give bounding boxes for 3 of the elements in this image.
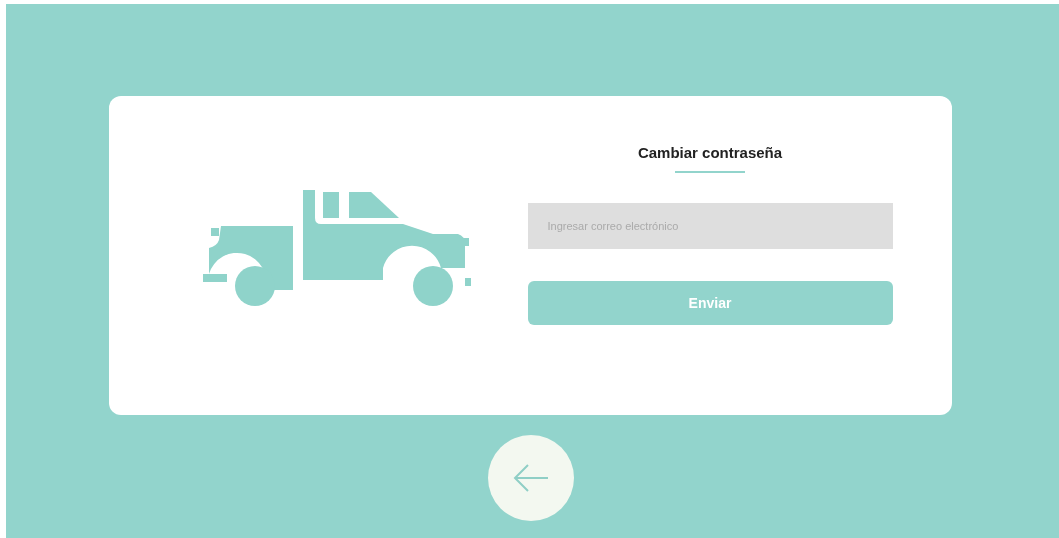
form-title: Cambiar contraseña bbox=[637, 144, 783, 161]
send-button[interactable]: Enviar bbox=[527, 281, 893, 325]
back-arrow-icon bbox=[511, 463, 550, 493]
